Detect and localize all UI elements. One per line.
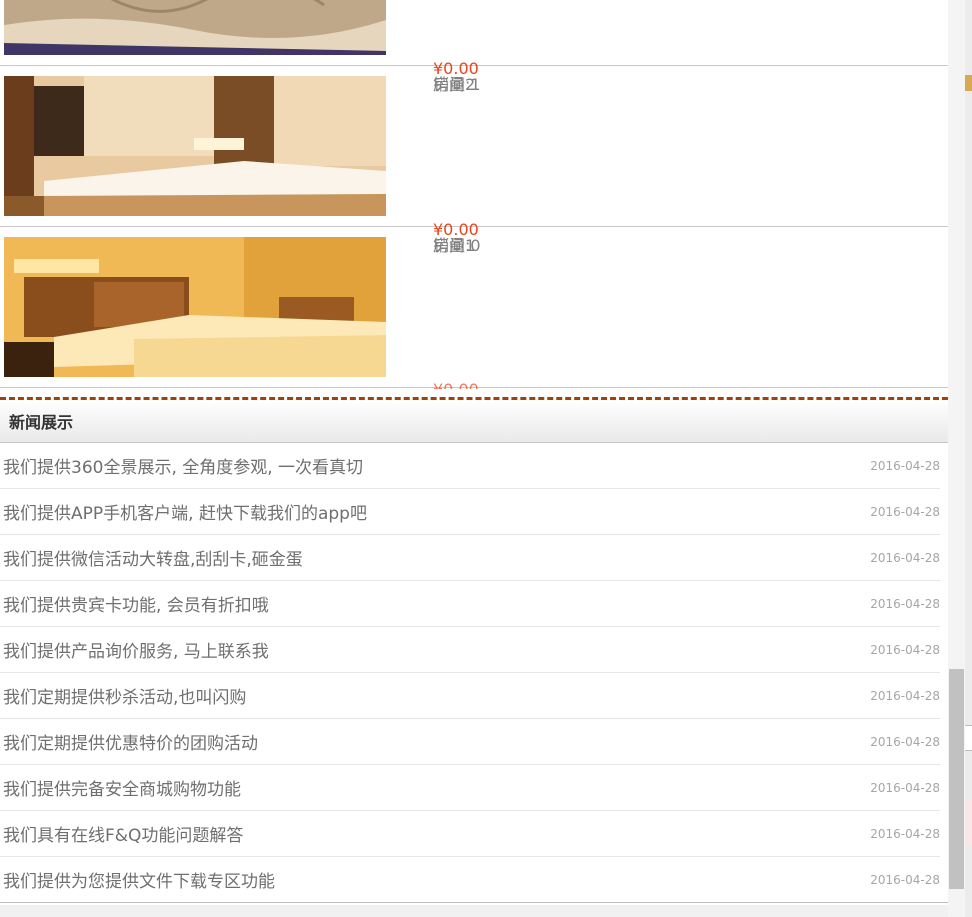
news-date: 2016-04-28 [870,872,940,887]
room-image[interactable] [4,0,386,55]
news-section: 新闻展示 我们提供360全景展示, 全角度参观, 一次看真切 2016-04-2… [0,397,948,903]
side-strip-highlight [965,800,972,845]
news-date: 2016-04-28 [870,734,940,749]
news-date: 2016-04-28 [870,826,940,841]
news-item[interactable]: 我们提供产品询价服务, 马上联系我 2016-04-28 [0,627,940,673]
news-link[interactable]: 我们提供产品询价服务, 马上联系我 [0,637,269,662]
news-date: 2016-04-28 [870,642,940,657]
news-link[interactable]: 我们提供360全景展示, 全角度参观, 一次看真切 [0,453,363,478]
side-strip [965,0,972,917]
news-date: 2016-04-28 [870,780,940,795]
page-scrollbar[interactable] [948,0,965,917]
news-date: 2016-04-28 [870,596,940,611]
news-link[interactable]: 我们定期提供优惠特价的团购活动 [0,729,258,754]
news-date: 2016-04-28 [870,688,940,703]
room-item[interactable]: ¥0.00 房间1 销量:0 [0,221,948,388]
room-info: ¥0.00 [433,381,633,389]
news-item[interactable]: 我们定期提供秒杀活动,也叫闪购 2016-04-28 [0,673,940,719]
news-item[interactable]: 我们提供APP手机客户端, 赶快下载我们的app吧 2016-04-28 [0,489,940,535]
news-link[interactable]: 我们提供贵宾卡功能, 会员有折扣哦 [0,591,269,616]
news-item[interactable]: 我们具有在线F&Q功能问题解答 2016-04-28 [0,811,940,857]
news-date: 2016-04-28 [870,550,940,565]
room-price: ¥0.00 [433,381,479,389]
news-title: 新闻展示 [9,413,74,432]
news-link[interactable]: 我们定期提供秒杀活动,也叫闪购 [0,683,246,708]
scrollbar-thumb[interactable] [949,669,964,889]
news-item[interactable]: 我们提供完备安全商城购物功能 2016-04-28 [0,765,940,811]
news-item[interactable]: 我们定期提供优惠特价的团购活动 2016-04-28 [0,719,940,765]
news-link[interactable]: 我们提供微信活动大转盘,刮刮卡,砸金蛋 [0,545,303,570]
room-sales: 销量:1 [433,75,481,94]
news-item[interactable]: 我们提供360全景展示, 全角度参观, 一次看真切 2016-04-28 [0,443,940,489]
side-strip-marker [965,75,972,91]
news-link[interactable]: 我们提供APP手机客户端, 赶快下载我们的app吧 [0,499,367,524]
news-header: 新闻展示 [0,400,948,443]
news-date: 2016-04-28 [870,504,940,519]
news-list: 我们提供360全景展示, 全角度参观, 一次看真切 2016-04-28 我们提… [0,443,948,903]
news-link[interactable]: 我们提供完备安全商城购物功能 [0,775,241,800]
news-item[interactable]: 我们提供为您提供文件下载专区功能 2016-04-28 [0,857,948,903]
room-sales: 销量:0 [433,236,481,255]
news-item[interactable]: 我们提供贵宾卡功能, 会员有折扣哦 2016-04-28 [0,581,940,627]
room-image[interactable] [4,237,386,377]
room-image[interactable] [4,76,386,216]
news-link[interactable]: 我们具有在线F&Q功能问题解答 [0,821,243,846]
footer-bar [0,905,948,917]
news-date: 2016-04-28 [870,458,940,473]
side-strip-box [965,725,972,751]
room-item[interactable] [0,0,948,66]
room-item[interactable]: ¥0.00 房间2 销量:1 [0,60,948,227]
news-item[interactable]: 我们提供微信活动大转盘,刮刮卡,砸金蛋 2016-04-28 [0,535,940,581]
news-link[interactable]: 我们提供为您提供文件下载专区功能 [0,867,275,892]
page-viewport: ¥0.00 房间2 销量:1 ¥0.00 房间1 销量:0 新闻展示 我们提供3… [0,0,948,917]
